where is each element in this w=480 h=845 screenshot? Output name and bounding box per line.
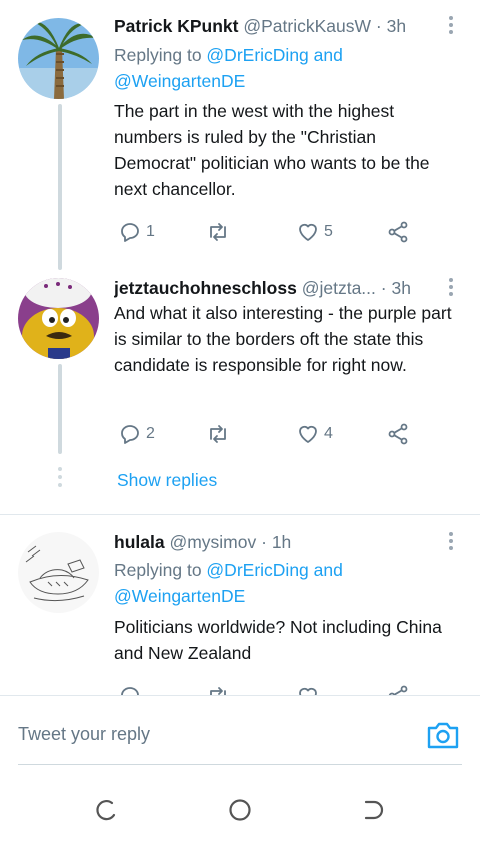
back-icon	[364, 800, 384, 820]
mention-link[interactable]: @WeingartenDE	[114, 586, 245, 606]
like-button[interactable]: 5	[296, 218, 333, 246]
mention-link[interactable]: @WeingartenDE	[114, 71, 245, 91]
tweet-text: The part in the west with the highest nu…	[114, 101, 430, 199]
reply-button[interactable]: 2	[118, 420, 155, 448]
more-options-icon[interactable]	[444, 278, 458, 299]
timestamp: · 3h	[375, 16, 407, 36]
purple-character-avatar-image	[18, 278, 99, 359]
retweet-button[interactable]	[206, 218, 234, 246]
reply-count: 1	[146, 223, 155, 240]
user-handle[interactable]: @jetztа...	[302, 278, 376, 298]
like-button[interactable]: 4	[296, 420, 333, 448]
tweet-text: And what it also interesting - the purpl…	[114, 303, 452, 375]
share-icon	[388, 221, 408, 243]
share-button[interactable]	[386, 420, 410, 448]
reply-composer: Tweet your reply	[0, 695, 480, 765]
reply-button[interactable]: 1	[118, 218, 155, 246]
tweet-actions: 1 5	[114, 218, 424, 246]
camera-icon	[427, 722, 459, 749]
tweet-actions: 2 4	[114, 420, 424, 448]
tweet-header: Patrick KPunkt @PatrickKausW · 3h	[114, 14, 440, 38]
retweet-button[interactable]	[206, 420, 234, 448]
more-options-icon[interactable]	[444, 16, 458, 37]
share-button[interactable]	[386, 218, 410, 246]
display-name[interactable]: jetztauchohneschloss	[114, 278, 297, 298]
avatar[interactable]	[18, 18, 99, 99]
recent-apps-icon	[96, 800, 116, 821]
back-button[interactable]	[360, 797, 386, 823]
home-icon	[229, 799, 251, 821]
palm-tree-avatar-image	[18, 18, 99, 99]
replying-to: Replying to @DrEricDing and @WeingartenD…	[114, 45, 343, 91]
thread-line	[58, 104, 62, 270]
like-count: 5	[324, 223, 333, 240]
share-icon	[388, 423, 408, 445]
thread-dot	[58, 483, 62, 487]
tweet-text: Politicians worldwide? Not including Chi…	[114, 617, 442, 663]
reply-icon	[121, 223, 139, 242]
mention-link[interactable]: @DrEricDing	[206, 45, 308, 65]
retweet-icon	[210, 425, 226, 443]
home-button[interactable]	[227, 797, 253, 823]
system-navigation-bar	[0, 775, 480, 845]
recent-apps-button[interactable]	[94, 797, 120, 823]
timestamp: · 3h	[380, 278, 411, 298]
avatar[interactable]	[18, 278, 99, 359]
user-handle[interactable]: @mysimov	[169, 532, 256, 552]
reply-input-underline	[18, 764, 462, 765]
avatar[interactable]	[18, 532, 99, 613]
thread-dot	[58, 467, 62, 471]
show-replies-link[interactable]: Show replies	[117, 470, 217, 491]
divider	[0, 514, 480, 515]
like-count: 4	[324, 425, 333, 442]
reply-icon	[121, 425, 139, 444]
mention-link[interactable]: @DrEricDing	[206, 560, 308, 580]
heart-icon	[299, 223, 317, 241]
reply-input[interactable]: Tweet your reply	[18, 724, 150, 745]
user-handle[interactable]: @PatrickKausW	[243, 16, 371, 36]
tweet-header: jetztauchohneschloss @jetztа... · 3h	[114, 276, 440, 300]
retweet-icon	[210, 223, 226, 241]
thread-dot	[58, 475, 62, 479]
display-name[interactable]: Patrick KPunkt	[114, 16, 238, 36]
camera-button[interactable]	[426, 720, 460, 750]
thread-line	[58, 364, 62, 454]
sketch-avatar-image	[18, 532, 99, 613]
display-name[interactable]: hulala	[114, 532, 165, 552]
reply-count: 2	[146, 425, 155, 442]
more-options-icon[interactable]	[444, 532, 458, 553]
heart-icon	[299, 425, 317, 443]
timestamp: · 1h	[261, 532, 292, 552]
tweet-header: hulala @mysimov · 1h	[114, 530, 440, 554]
replying-to: Replying to @DrEricDing and @WeingartenD…	[114, 560, 343, 606]
